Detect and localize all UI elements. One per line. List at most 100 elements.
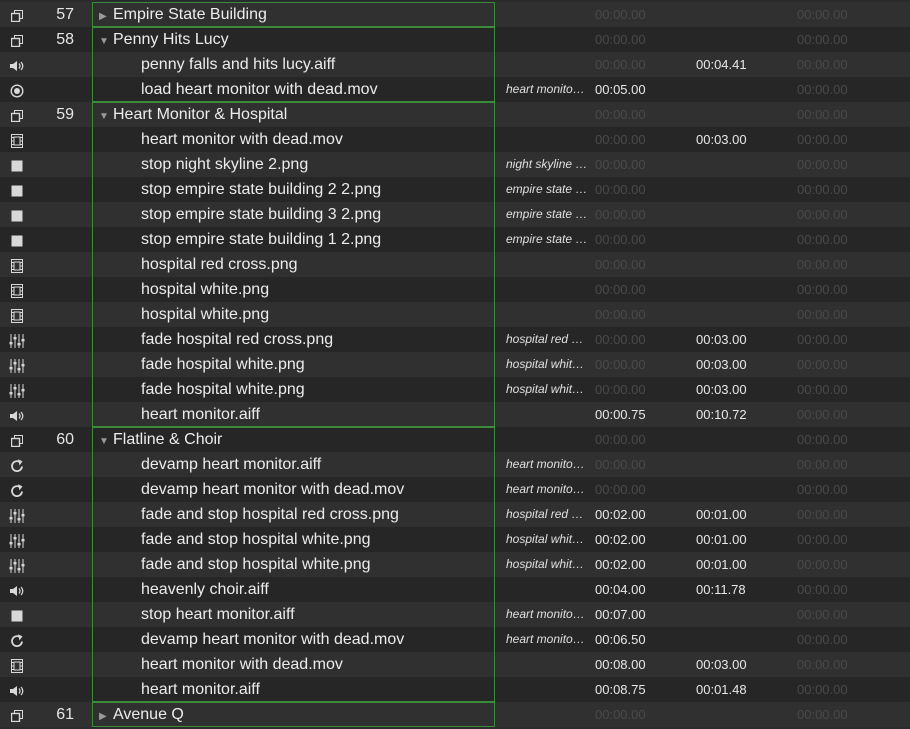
cue-row[interactable]: fade hospital white.png hospital white.pn… (0, 352, 910, 377)
cue-target[interactable] (506, 302, 588, 327)
duration[interactable] (696, 152, 786, 177)
cue-number[interactable]: 59 (40, 102, 74, 127)
cue-name[interactable]: hospital white.png (92, 277, 496, 302)
cue-name[interactable]: load heart monitor with dead.mov (92, 77, 496, 102)
post-wait[interactable]: 00:00.00 (797, 202, 887, 227)
duration[interactable] (696, 277, 786, 302)
cue-row[interactable]: penny falls and hits lucy.aiff 00:00.00 00… (0, 52, 910, 77)
pre-wait[interactable]: 00:02.00 (595, 502, 685, 527)
post-wait[interactable]: 00:00.00 (797, 27, 887, 52)
cue-row[interactable]: stop heart monitor.aiff heart monitor.aif… (0, 602, 910, 627)
pre-wait[interactable]: 00:00.00 (595, 327, 685, 352)
cue-number[interactable] (40, 452, 74, 477)
cue-target[interactable]: empire state building 1 2.png (506, 227, 588, 252)
pre-wait[interactable]: 00:00.00 (595, 152, 685, 177)
duration[interactable] (696, 177, 786, 202)
cue-number[interactable] (40, 552, 74, 577)
pre-wait[interactable]: 00:05.00 (595, 77, 685, 102)
pre-wait[interactable]: 00:00.75 (595, 402, 685, 427)
cue-target[interactable]: hospital white.png (506, 552, 588, 577)
post-wait[interactable]: 00:00.00 (797, 377, 887, 402)
duration[interactable] (696, 627, 786, 652)
cue-number[interactable] (40, 577, 74, 602)
cue-row[interactable]: heart monitor with dead.mov 00:00.00 00:03… (0, 127, 910, 152)
post-wait[interactable]: 00:00.00 (797, 452, 887, 477)
cue-name[interactable]: stop empire state building 1 2.png (92, 227, 496, 252)
cue-row[interactable]: fade hospital white.png hospital white.pn… (0, 377, 910, 402)
cue-row[interactable]: fade hospital red cross.png hospital red … (0, 327, 910, 352)
cue-number[interactable] (40, 502, 74, 527)
cue-name[interactable]: fade hospital white.png (92, 352, 496, 377)
post-wait[interactable]: 00:00.00 (797, 302, 887, 327)
duration[interactable] (696, 77, 786, 102)
cue-target[interactable]: hospital red cross.png (506, 327, 588, 352)
cue-target[interactable]: empire state building 3 2.png (506, 202, 588, 227)
cue-target[interactable] (506, 27, 588, 52)
post-wait[interactable]: 00:00.00 (797, 127, 887, 152)
pre-wait[interactable]: 00:07.00 (595, 602, 685, 627)
cue-number[interactable] (40, 252, 74, 277)
cue-name[interactable]: ▼ Penny Hits Lucy (92, 27, 496, 52)
post-wait[interactable]: 00:00.00 (797, 652, 887, 677)
cue-number[interactable] (40, 202, 74, 227)
pre-wait[interactable]: 00:00.00 (595, 302, 685, 327)
cue-target[interactable]: empire state building 2 2.png (506, 177, 588, 202)
post-wait[interactable]: 00:00.00 (797, 352, 887, 377)
post-wait[interactable]: 00:00.00 (797, 602, 887, 627)
duration[interactable]: 00:01.00 (696, 502, 786, 527)
post-wait[interactable]: 00:00.00 (797, 677, 887, 702)
cue-target[interactable]: heart monitor with dead.mov (506, 77, 588, 102)
duration[interactable]: 00:01.48 (696, 677, 786, 702)
group-cue-row[interactable]: 59 ▼ Heart Monitor & Hospital 00:00.00 00:00… (0, 102, 910, 127)
duration[interactable]: 00:11.78 (696, 577, 786, 602)
duration[interactable]: 00:03.00 (696, 652, 786, 677)
pre-wait[interactable]: 00:00.00 (595, 352, 685, 377)
cue-name[interactable]: hospital white.png (92, 302, 496, 327)
cue-target[interactable] (506, 702, 588, 727)
duration[interactable] (696, 202, 786, 227)
duration[interactable] (696, 2, 786, 27)
cue-number[interactable] (40, 127, 74, 152)
cue-number[interactable]: 58 (40, 27, 74, 52)
post-wait[interactable]: 00:00.00 (797, 477, 887, 502)
cue-name[interactable]: heavenly choir.aiff (92, 577, 496, 602)
cue-row[interactable]: stop empire state building 3 2.png empire… (0, 202, 910, 227)
cue-target[interactable] (506, 127, 588, 152)
cue-target[interactable] (506, 52, 588, 77)
pre-wait[interactable]: 00:00.00 (595, 377, 685, 402)
cue-row[interactable]: stop empire state building 2 2.png empire… (0, 177, 910, 202)
cue-name[interactable]: devamp heart monitor with dead.mov (92, 627, 496, 652)
cue-number[interactable] (40, 77, 74, 102)
cue-number[interactable]: 60 (40, 427, 74, 452)
cue-target[interactable]: heart monitor with dead.mov (506, 627, 588, 652)
duration[interactable] (696, 227, 786, 252)
cue-number[interactable] (40, 377, 74, 402)
post-wait[interactable]: 00:00.00 (797, 277, 887, 302)
group-cue-row[interactable]: 57 ▶ Empire State Building 00:00.00 00:00.00 (0, 2, 910, 27)
cue-name[interactable]: hospital red cross.png (92, 252, 496, 277)
pre-wait[interactable]: 00:00.00 (595, 227, 685, 252)
disclosure-expanded-icon[interactable]: ▼ (99, 429, 113, 452)
cue-row[interactable]: fade and stop hospital white.png hospital… (0, 527, 910, 552)
cue-target[interactable] (506, 252, 588, 277)
duration[interactable] (696, 252, 786, 277)
cue-row[interactable]: hospital red cross.png 00:00.00 00:00.00 (0, 252, 910, 277)
cue-name[interactable]: heart monitor with dead.mov (92, 652, 496, 677)
cue-target[interactable]: night skyline 2.png (506, 152, 588, 177)
duration[interactable]: 00:10.72 (696, 402, 786, 427)
post-wait[interactable]: 00:00.00 (797, 152, 887, 177)
pre-wait[interactable]: 00:08.00 (595, 652, 685, 677)
cue-name[interactable]: heart monitor with dead.mov (92, 127, 496, 152)
post-wait[interactable]: 00:00.00 (797, 402, 887, 427)
duration[interactable] (696, 427, 786, 452)
cue-name[interactable]: fade and stop hospital red cross.png (92, 502, 496, 527)
post-wait[interactable]: 00:00.00 (797, 177, 887, 202)
post-wait[interactable]: 00:00.00 (797, 327, 887, 352)
pre-wait[interactable]: 00:00.00 (595, 702, 685, 727)
post-wait[interactable]: 00:00.00 (797, 52, 887, 77)
pre-wait[interactable]: 00:00.00 (595, 52, 685, 77)
pre-wait[interactable]: 00:00.00 (595, 2, 685, 27)
pre-wait[interactable]: 00:02.00 (595, 527, 685, 552)
cue-name[interactable]: stop heart monitor.aiff (92, 602, 496, 627)
cue-row[interactable]: devamp heart monitor with dead.mov heart … (0, 627, 910, 652)
